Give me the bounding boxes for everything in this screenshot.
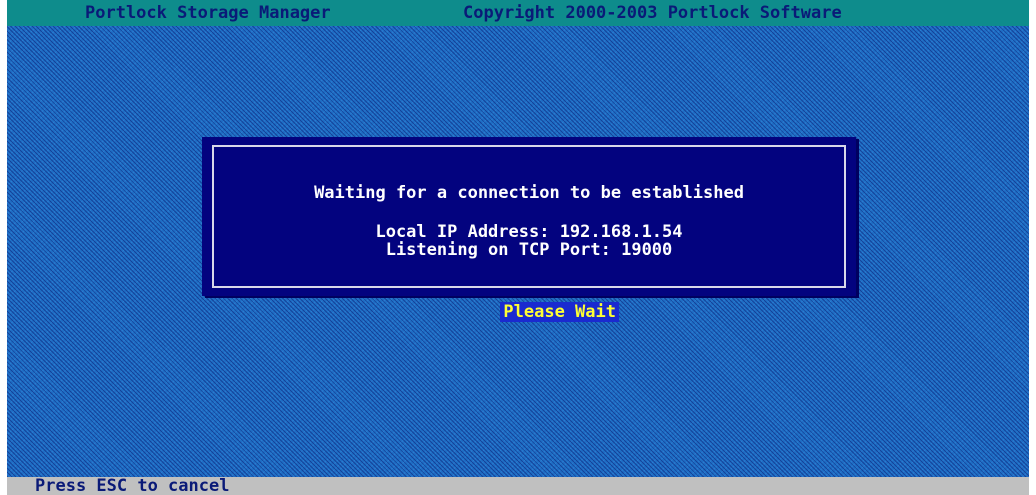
please-wait-text: Please Wait xyxy=(500,302,619,322)
dialog-border xyxy=(212,145,846,288)
tcp-port-text: Listening on TCP Port: 19000 xyxy=(385,240,673,260)
status-bar: Press ESC to cancel xyxy=(7,477,1029,495)
copyright-text: Copyright 2000-2003 Portlock Software xyxy=(463,3,842,23)
dialog-heading: Waiting for a connection to be establish… xyxy=(314,183,744,203)
please-wait-row: Please Wait xyxy=(202,282,856,342)
local-ip-text: Local IP Address: 192.168.1.54 xyxy=(375,222,683,242)
esc-cancel-hint: Press ESC to cancel xyxy=(35,476,230,495)
dos-screen: Portlock Storage Manager Copyright 2000-… xyxy=(7,0,1029,495)
app-title: Portlock Storage Manager xyxy=(85,3,331,23)
connection-dialog: Waiting for a connection to be establish… xyxy=(202,137,856,322)
title-bar: Portlock Storage Manager Copyright 2000-… xyxy=(7,0,1029,26)
